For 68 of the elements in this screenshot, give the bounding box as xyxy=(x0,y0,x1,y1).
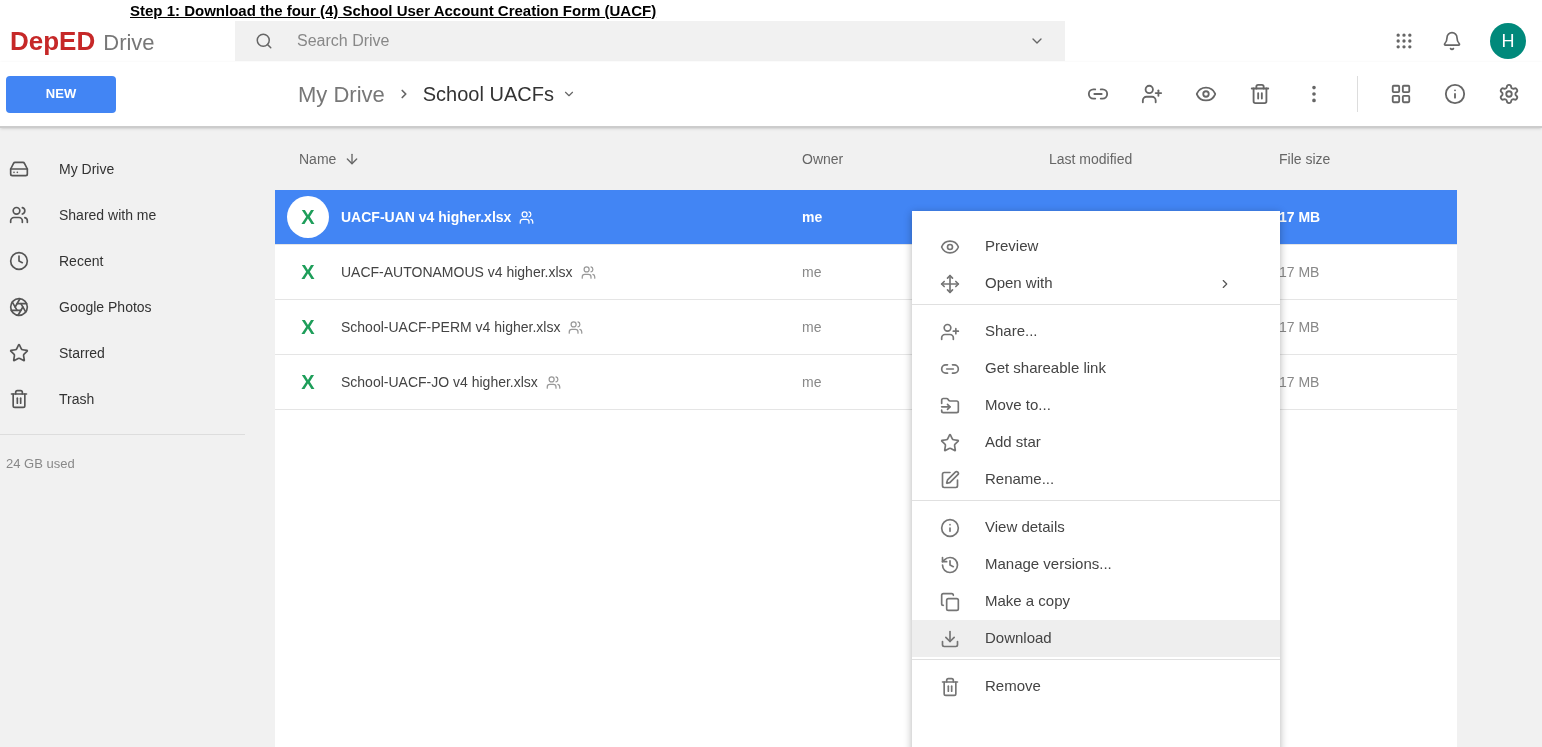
storage-usage: 24 GB used xyxy=(6,456,75,471)
search-input[interactable]: Search Drive xyxy=(297,29,1005,53)
sidebar-item[interactable]: My Drive xyxy=(0,146,245,192)
search-icon xyxy=(255,32,273,50)
owner-cell: me xyxy=(802,208,823,225)
star-icon xyxy=(9,343,29,363)
menu-item[interactable]: Make a copy xyxy=(912,583,1280,620)
download-icon xyxy=(940,628,960,649)
info-icon[interactable] xyxy=(1444,83,1466,105)
size-cell-text: 17 MB xyxy=(1279,372,1320,392)
settings-icon[interactable] xyxy=(1498,83,1520,105)
sidebar-item[interactable]: Recent xyxy=(0,238,245,284)
owner-cell: me xyxy=(802,318,822,335)
spreadsheet-icon: X xyxy=(301,312,315,342)
size-cell-text: 17 MB xyxy=(1279,262,1320,282)
menu-item[interactable]: Remove xyxy=(912,668,1280,705)
breadcrumb-item[interactable]: School UACFs xyxy=(422,79,576,109)
column-header[interactable]: Name xyxy=(275,148,802,170)
menu-item[interactable]: Share... xyxy=(912,313,1280,350)
spreadsheet-icon: X xyxy=(287,196,329,238)
notifications-icon[interactable] xyxy=(1442,31,1462,51)
star-icon xyxy=(940,432,960,453)
apps-icon[interactable] xyxy=(1394,31,1414,51)
add-person-icon xyxy=(940,321,960,342)
clock-icon xyxy=(9,251,29,271)
file-name: UACF-AUTONAMOUS v4 higher.xlsx xyxy=(341,262,573,282)
spreadsheet-icon: X xyxy=(301,257,315,287)
menu-item[interactable]: Add star xyxy=(912,424,1280,461)
file-name: School-UACF-PERM v4 higher.xlsx xyxy=(341,317,561,337)
file-name: School-UACF-JO v4 higher.xlsx xyxy=(341,372,538,392)
menu-item[interactable]: Download xyxy=(912,620,1280,657)
caption: Step 1: Download the four (4) School User Account Creation Form (UACF) xyxy=(130,2,657,18)
trash-icon[interactable] xyxy=(1249,83,1271,105)
column-header[interactable]: Owner xyxy=(802,148,1049,170)
add-person-icon[interactable] xyxy=(1141,83,1163,105)
spreadsheet-icon: X xyxy=(301,367,315,397)
info-icon xyxy=(940,517,960,538)
sidebar-item[interactable]: Shared with me xyxy=(0,192,245,238)
copy-icon xyxy=(940,591,960,612)
sidebar-item[interactable]: Starred xyxy=(0,330,245,376)
sidebar-item[interactable]: Trash xyxy=(0,376,245,422)
app-name: Drive xyxy=(103,32,155,54)
owner-cell: me xyxy=(802,263,822,280)
search-field[interactable]: Search Drive xyxy=(235,21,1065,61)
new-button[interactable]: NEW xyxy=(6,75,116,113)
menu-item[interactable]: View details xyxy=(912,509,1280,546)
grid-view-icon[interactable] xyxy=(1390,83,1412,105)
menu-item[interactable]: Open with xyxy=(912,265,1280,302)
history-icon xyxy=(940,554,960,575)
pencil-icon xyxy=(940,469,960,490)
size-cell-text: 17 MB xyxy=(1279,317,1320,337)
sidebar-item[interactable]: Google Photos xyxy=(0,284,245,330)
move-arrows-icon xyxy=(940,273,960,294)
column-header[interactable]: Last modified xyxy=(1049,148,1279,170)
logo: DepED xyxy=(10,28,96,54)
drive-icon xyxy=(9,159,29,179)
trash-icon xyxy=(940,676,960,697)
menu-item[interactable]: Manage versions... xyxy=(912,546,1280,583)
owner-cell: me xyxy=(802,373,822,390)
menu-item[interactable]: Rename... xyxy=(912,461,1280,498)
avatar[interactable]: H xyxy=(1490,23,1526,59)
people-icon xyxy=(9,205,29,225)
folder-arrow-icon xyxy=(940,395,960,416)
breadcrumb-item[interactable]: My Drive xyxy=(298,77,385,111)
trash-icon xyxy=(9,389,29,409)
file-name: UACF-UAN v4 higher.xlsx xyxy=(341,207,512,227)
size-cell-text: 17 MB xyxy=(1279,207,1321,227)
column-header[interactable]: File size xyxy=(1279,148,1457,170)
